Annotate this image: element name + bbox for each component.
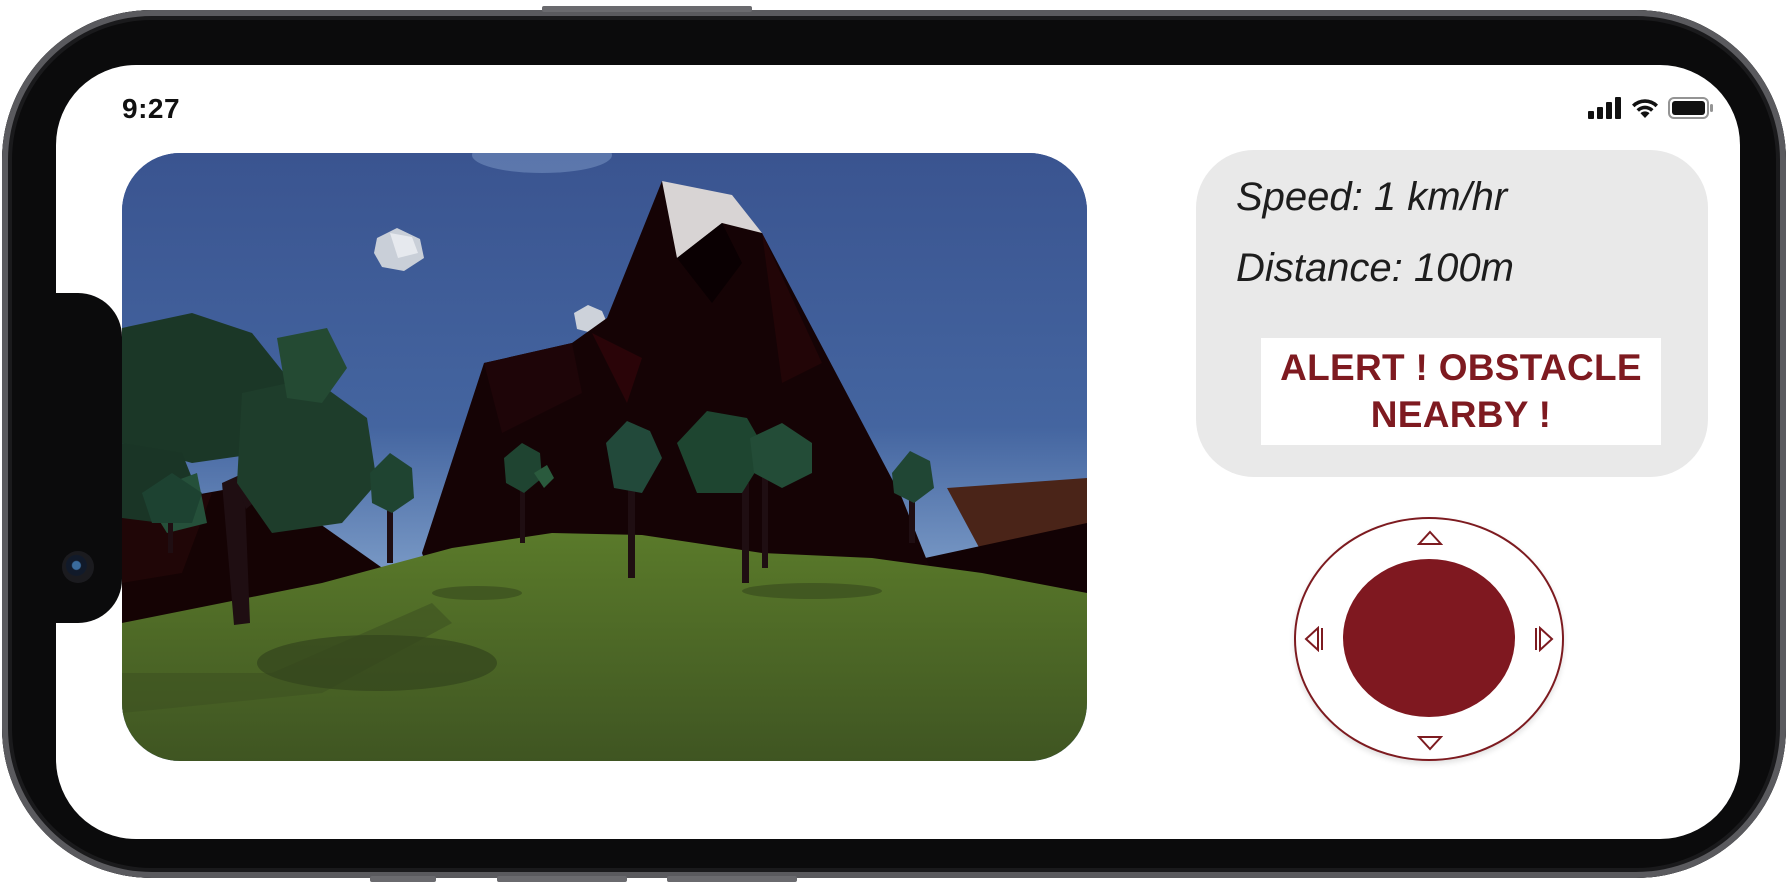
arrow-right-icon[interactable] xyxy=(1534,626,1554,652)
info-panel: Speed: 1 km/hr Distance: 100m ALERT ! OB… xyxy=(1196,150,1708,477)
signal-icon xyxy=(1588,97,1622,124)
side-button-2 xyxy=(497,876,627,882)
arrow-up-icon[interactable] xyxy=(1417,530,1443,546)
alert-line-1: ALERT ! OBSTACLE xyxy=(1280,347,1642,389)
status-icons xyxy=(1588,97,1714,124)
side-button-1 xyxy=(370,876,436,882)
joystick-knob[interactable] xyxy=(1343,559,1515,717)
distance-readout: Distance: 100m xyxy=(1236,246,1514,290)
phone-screen: 9:27 Speed: 1 km/hr Distance: 100m ALERT… xyxy=(56,65,1740,839)
game-scene xyxy=(122,153,1087,761)
volume-button-top xyxy=(542,6,752,12)
status-time: 9:27 xyxy=(122,93,181,124)
speed-readout: Speed: 1 km/hr xyxy=(1236,175,1508,219)
side-button-3 xyxy=(667,876,797,882)
joystick[interactable] xyxy=(1294,517,1564,761)
arrow-left-icon[interactable] xyxy=(1304,626,1324,652)
obstacle-alert: ALERT ! OBSTACLE NEARBY ! xyxy=(1261,338,1661,445)
phone-frame: 9:27 Speed: 1 km/hr Distance: 100m ALERT… xyxy=(2,6,1786,882)
battery-icon xyxy=(1668,97,1714,124)
game-view[interactable] xyxy=(122,153,1087,761)
camera-notch xyxy=(56,293,122,623)
wifi-icon xyxy=(1630,97,1660,124)
front-camera-icon xyxy=(62,551,94,583)
alert-line-2: NEARBY ! xyxy=(1370,393,1552,435)
arrow-down-icon[interactable] xyxy=(1417,735,1443,751)
